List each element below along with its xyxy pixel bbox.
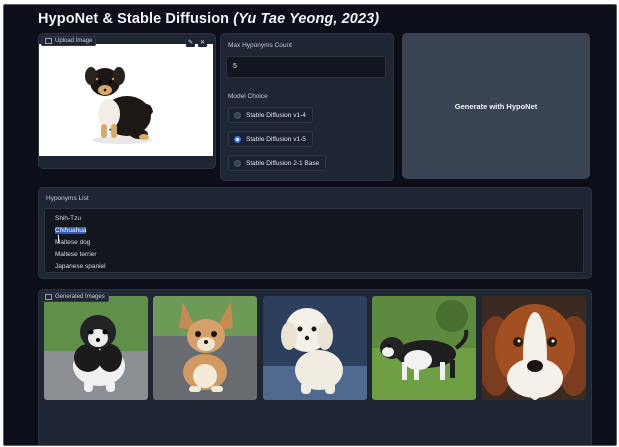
image-icon [45, 38, 52, 44]
upload-image-label: Upload Image [55, 38, 93, 44]
text-selection: Chihuahua [55, 227, 87, 234]
generate-button[interactable]: Generate with HypoNet [402, 33, 590, 179]
uploaded-image [39, 44, 213, 156]
title-subtitle: (Yu Tae Yeong, 2023) [233, 11, 380, 27]
generated-image-1[interactable] [44, 296, 148, 400]
model-option-sd-v1-4[interactable]: Stable Diffusion v1-4 [228, 107, 313, 123]
model-option-label: Stable Diffusion v1-5 [246, 135, 306, 143]
max-hyponyms-count-value: 5 [233, 63, 237, 70]
text-cursor [58, 235, 59, 243]
upload-image-tag: Upload Image [41, 36, 97, 46]
max-hyponyms-count-input[interactable]: 5 [226, 56, 386, 78]
hyponym-item: Japanese spaniel [55, 263, 106, 270]
dog-photo [85, 67, 153, 144]
title-text: HypoNet & Stable Diffusion [38, 11, 230, 27]
radio-selected-icon [234, 135, 241, 143]
app-window: HypoNet & Stable Diffusion (Yu Tae Yeong… [3, 4, 617, 446]
model-option-label: Stable Diffusion v1-4 [246, 111, 306, 119]
generated-image-2[interactable] [153, 296, 257, 400]
hyponym-item: Chihuahua [55, 227, 87, 234]
generate-button-label: Generate with HypoNet [454, 101, 538, 111]
radio-icon [234, 159, 241, 167]
hyponym-item: Shih-Tzu [55, 215, 82, 222]
hyponyms-textarea[interactable] [44, 208, 584, 273]
close-icon[interactable]: ✕ [198, 39, 207, 47]
edit-icon[interactable]: ✎ [186, 39, 195, 47]
image-icon [45, 294, 52, 300]
model-choice-label: Model Choice [228, 93, 268, 100]
hyponym-item: Maltese dog [55, 239, 91, 246]
page-title: HypoNet & Stable Diffusion (Yu Tae Yeong… [38, 11, 379, 27]
max-hyponyms-count-label: Max Hyponyms Count [228, 42, 292, 49]
generated-images-label: Generated Images [55, 294, 105, 300]
hyponyms-list-label: Hyponyms List [46, 195, 89, 202]
model-option-sd-v1-5[interactable]: Stable Diffusion v1-5 [228, 131, 313, 147]
model-option-label: Stable Diffusion 2-1 Base [246, 159, 320, 167]
hyponym-item: Maltese terrier [55, 251, 97, 258]
radio-icon [234, 111, 241, 119]
model-option-sd-2-1-base[interactable]: Stable Diffusion 2-1 Base [228, 155, 327, 171]
generated-image-4[interactable] [372, 296, 476, 400]
generated-image-5[interactable] [482, 296, 586, 400]
generated-image-3[interactable] [263, 296, 367, 400]
generated-images-tag: Generated Images [41, 292, 109, 302]
